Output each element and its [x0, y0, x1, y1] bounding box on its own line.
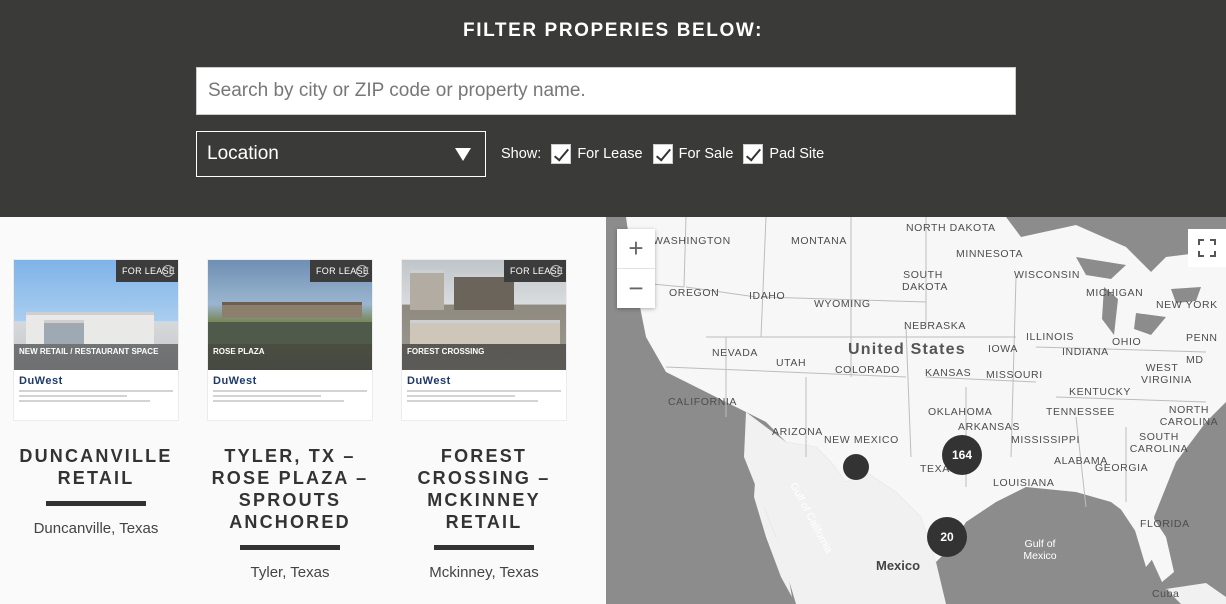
map-label: NEBRASKA — [904, 320, 966, 332]
map-label: WYOMING — [814, 298, 871, 310]
map-cluster-marker[interactable]: 164 — [942, 435, 982, 475]
location-select-label: Location — [207, 143, 279, 164]
map-label: CALIFORNIA — [668, 396, 738, 408]
map-label: GEORGIA — [1095, 462, 1149, 474]
map-label: NORTH CAROLINA — [1159, 404, 1219, 428]
listing-flyer-image[interactable]: FOR LEASE FOREST CROSSING DuWest — [401, 259, 567, 421]
map-label: WISCONSIN — [1014, 269, 1081, 281]
map-label: KANSAS — [925, 367, 972, 379]
divider — [240, 545, 340, 550]
flyer-footer: DuWest — [14, 372, 178, 420]
listing-location: Duncanville, Texas — [33, 520, 159, 537]
map-label: TENNESSEE — [1046, 406, 1115, 418]
listing-card[interactable]: FOR LEASE ROSE PLAZA DuWest TYLER, TX – … — [207, 259, 373, 581]
map-label: KENTUCKY — [1069, 386, 1131, 398]
listing-flyer-image[interactable]: FOR LEASE NEW RETAIL / RESTAURANT SPACE … — [13, 259, 179, 421]
checkbox-label: For Lease — [577, 146, 643, 162]
checkbox-for-lease[interactable]: For Lease — [551, 144, 643, 164]
map-label: LOUISIANA — [993, 477, 1055, 489]
location-select[interactable]: Location — [196, 131, 486, 177]
map-label: ARIZONA — [772, 426, 823, 438]
map-label: MICHIGAN — [1086, 287, 1144, 299]
map-label: IDAHO — [749, 290, 786, 302]
fullscreen-icon — [1198, 239, 1216, 257]
checkbox-pad-site[interactable]: Pad Site — [743, 144, 824, 164]
show-filter-row: Show: For Lease For Sale Pad Site — [501, 143, 834, 165]
map-label: MISSISSIPPI — [1011, 434, 1081, 446]
map-label: NEW YORK — [1156, 299, 1218, 311]
divider — [434, 545, 534, 550]
flyer-banner: ROSE PLAZA — [208, 344, 372, 370]
zoom-in-button[interactable]: + — [617, 229, 655, 268]
flyer-banner: NEW RETAIL / RESTAURANT SPACE — [14, 344, 178, 370]
check-icon[interactable] — [551, 144, 572, 164]
divider — [46, 501, 146, 506]
listing-title[interactable]: DUNCANVILLE RETAIL — [13, 445, 179, 489]
map-label: MISSOURI — [986, 369, 1043, 381]
listing-location: Mckinney, Texas — [429, 564, 539, 581]
filter-title: FILTER PROPERIES BELOW: — [463, 20, 763, 41]
listings-panel: FOR LEASE NEW RETAIL / RESTAURANT SPACE … — [0, 217, 606, 604]
checkbox-label: Pad Site — [769, 146, 825, 162]
flyer-footer: DuWest — [208, 372, 372, 420]
map-label: MONTANA — [791, 235, 847, 247]
map-label: IOWA — [988, 343, 1019, 355]
status-badge: FOR LEASE — [504, 260, 566, 282]
map-label: SOUTH CAROLINA — [1129, 431, 1189, 455]
listing-card[interactable]: FOR LEASE NEW RETAIL / RESTAURANT SPACE … — [13, 259, 179, 537]
duwest-logo: DuWest — [213, 375, 257, 387]
duwest-logo: DuWest — [19, 375, 63, 387]
map-label: OHIO — [1112, 336, 1142, 348]
fullscreen-button[interactable] — [1188, 229, 1226, 267]
map-label: UTAH — [776, 357, 807, 369]
filter-bar: FILTER PROPERIES BELOW: Location Show: F… — [0, 0, 1226, 217]
country-label: Mexico — [876, 558, 921, 573]
show-label: Show: — [501, 146, 542, 162]
map-label: WEST VIRGINIA — [1141, 362, 1192, 386]
listing-flyer-image[interactable]: FOR LEASE ROSE PLAZA DuWest — [207, 259, 373, 421]
map-label: FLORIDA — [1140, 518, 1190, 530]
status-badge: FOR LEASE — [310, 260, 372, 282]
map-label: ILLINOIS — [1026, 331, 1074, 343]
map-label: COLORADO — [835, 364, 900, 376]
map-label: OKLAHOMA — [928, 406, 993, 418]
map-cluster-marker[interactable]: 20 — [927, 517, 967, 557]
search-input[interactable] — [196, 67, 1016, 115]
map-label: ARKANSAS — [958, 421, 1020, 433]
map-marker[interactable] — [843, 454, 869, 480]
property-map[interactable]: NORTH DAKOTA WASHINGTON MONTANA MINNESOT… — [606, 217, 1226, 604]
country-label: United States — [848, 341, 966, 358]
listing-title[interactable]: TYLER, TX – ROSE PLAZA – SPROUTS ANCHORE… — [207, 445, 373, 533]
map-label: MD — [1186, 354, 1204, 366]
map-label: PENN — [1186, 332, 1218, 344]
duwest-logo: DuWest — [407, 375, 451, 387]
map-label: WASHINGTON — [653, 235, 731, 247]
zoom-out-button[interactable]: − — [617, 268, 655, 307]
check-icon[interactable] — [743, 144, 764, 164]
checkbox-for-sale[interactable]: For Sale — [652, 144, 734, 164]
map-label: INDIANA — [1062, 346, 1109, 358]
map-label: SOUTH DAKOTA — [902, 269, 948, 293]
checkbox-label: For Sale — [678, 146, 734, 162]
flyer-footer: DuWest — [402, 372, 566, 420]
sea-label: Gulf of Mexico — [1023, 538, 1057, 562]
status-badge: FOR LEASE — [116, 260, 178, 282]
listing-location: Tyler, Texas — [250, 564, 330, 581]
check-icon[interactable] — [652, 144, 673, 164]
map-label: NORTH DAKOTA — [906, 222, 996, 234]
listing-card[interactable]: FOR LEASE FOREST CROSSING DuWest FOREST … — [401, 259, 567, 581]
map-label: NEW MEXICO — [824, 434, 899, 446]
map-label: MINNESOTA — [956, 248, 1024, 260]
map-label: NEVADA — [712, 347, 758, 359]
map-label: OREGON — [669, 287, 720, 299]
sea-label: Cuba — [1152, 588, 1180, 600]
zoom-control: + − — [617, 229, 655, 308]
listing-title[interactable]: FOREST CROSSING – MCKINNEY RETAIL — [401, 445, 567, 533]
chevron-down-icon — [455, 148, 471, 161]
flyer-banner: FOREST CROSSING — [402, 344, 566, 370]
